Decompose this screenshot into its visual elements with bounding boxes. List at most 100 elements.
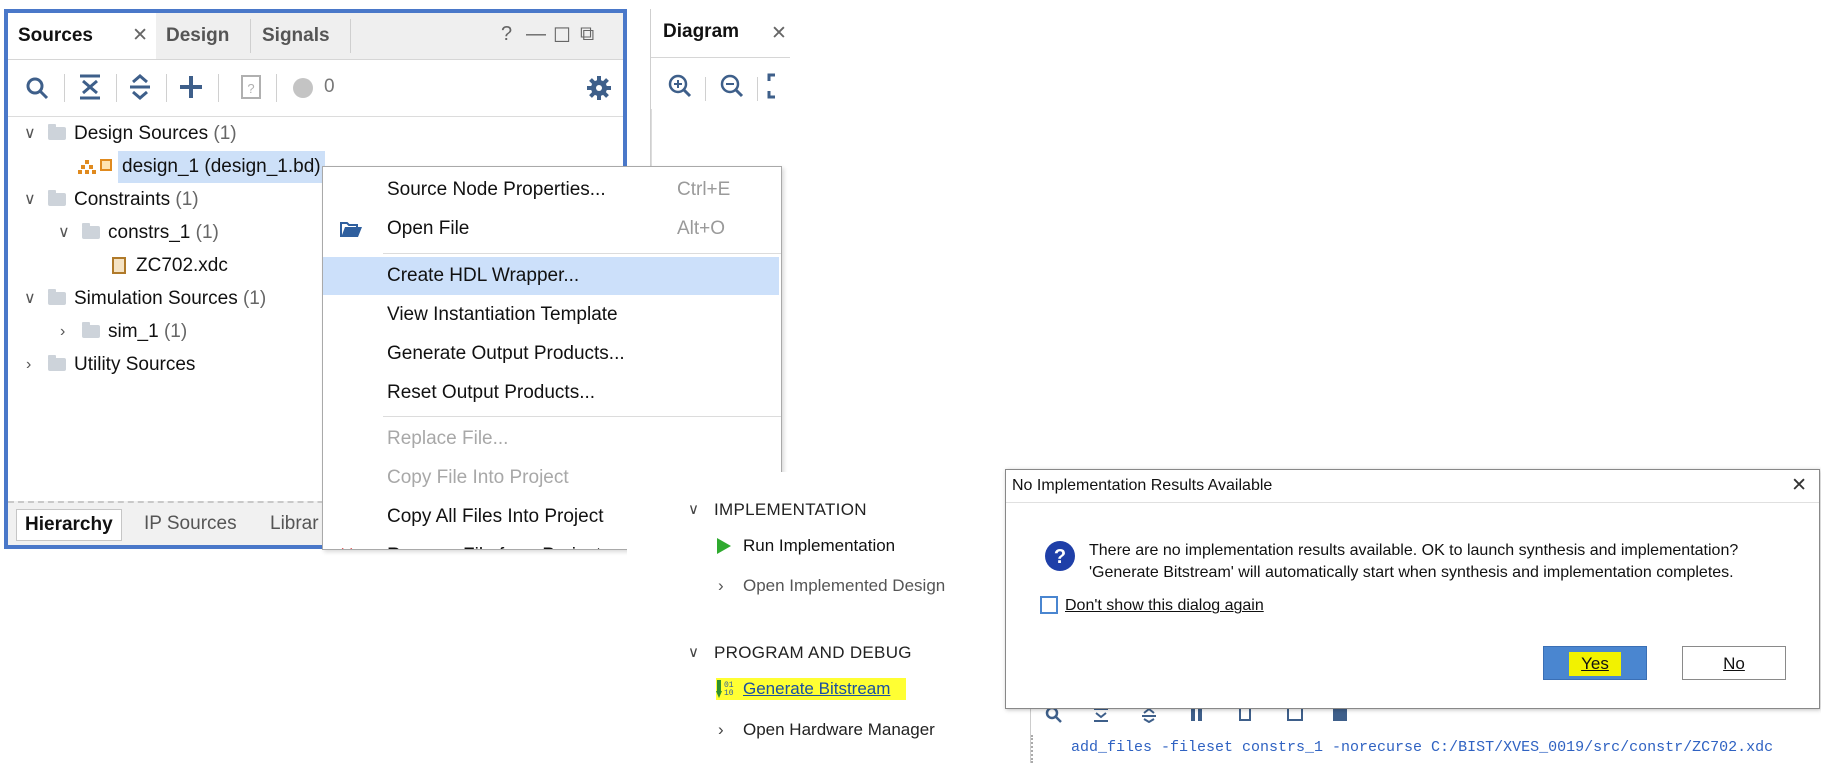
chevron-right-icon[interactable]: ›: [718, 720, 724, 740]
folder-icon: [82, 322, 100, 339]
bitstream-icon: 01 10: [716, 680, 734, 698]
menu-item-label: View Instantiation Template: [387, 304, 618, 325]
search-icon[interactable]: [1045, 707, 1063, 723]
tree-item-label: constrs_1: [108, 222, 191, 243]
chevron-right-icon[interactable]: ›: [60, 316, 65, 348]
expand-all-icon[interactable]: [1141, 707, 1157, 723]
collapse-all-icon[interactable]: [78, 73, 102, 101]
tab-hierarchy[interactable]: Hierarchy: [16, 509, 122, 541]
close-icon[interactable]: ✕: [1791, 470, 1807, 502]
tree-item-count: (1): [242, 288, 267, 309]
add-sources-icon[interactable]: [178, 74, 204, 100]
diagram-tab-bar: Diagram ✕: [651, 9, 790, 58]
zoom-out-icon[interactable]: [719, 73, 745, 99]
chevron-down-icon[interactable]: ∨: [688, 643, 699, 661]
tree-item-label: sim_1: [108, 321, 159, 342]
zoom-in-icon[interactable]: [667, 73, 693, 99]
tree-item-count: (1): [213, 123, 237, 144]
tree-item-constrs-1[interactable]: ∨ constrs_1 (1): [54, 217, 219, 249]
tree-item-label: Simulation Sources: [74, 288, 238, 309]
maximize-icon[interactable]: ☐: [553, 23, 571, 48]
tab-design-label: Design: [166, 25, 230, 46]
tab-diagram[interactable]: Diagram ✕: [651, 9, 790, 57]
fit-view-icon[interactable]: [767, 73, 787, 99]
tab-separator: [250, 19, 251, 53]
status-circle-icon: [293, 78, 313, 98]
flow-item-label: Generate Bitstream: [743, 679, 891, 698]
close-icon[interactable]: ✕: [132, 13, 148, 59]
flow-item-label: Open Implemented Design: [743, 576, 946, 595]
remove-icon: ✕: [339, 537, 355, 549]
checkbox-box[interactable]: [1040, 596, 1058, 614]
checkbox-label: Don't show this dialog again: [1065, 597, 1264, 614]
float-icon[interactable]: ⧉: [580, 23, 594, 46]
menu-item-label: Copy All Files Into Project: [387, 506, 604, 527]
flow-heading: IMPLEMENTATION: [714, 500, 867, 519]
menu-item-open-file[interactable]: Open File Alt+O: [323, 210, 779, 248]
tab-ip-sources[interactable]: IP Sources: [136, 509, 245, 539]
copy-icon[interactable]: [1239, 707, 1251, 721]
tab-sources[interactable]: Sources ✕: [8, 13, 156, 59]
menu-separator: [383, 253, 781, 254]
tree-item-constraints[interactable]: ∨ Constraints (1): [20, 184, 199, 216]
toolbar-separator: [705, 77, 706, 101]
dialog-message-line-2: 'Generate Bitstream' will automatically …: [1089, 564, 1734, 581]
tab-signals[interactable]: Signals: [252, 13, 350, 59]
svg-text:?: ?: [247, 81, 254, 96]
gear-icon[interactable]: [586, 75, 612, 101]
flow-item-label: Run Implementation: [743, 536, 896, 555]
collapse-all-icon[interactable]: [1093, 707, 1109, 723]
svg-text:10: 10: [724, 689, 734, 698]
tab-design[interactable]: Design: [156, 13, 250, 59]
toolbar-separator: [116, 74, 117, 102]
file-properties-icon[interactable]: ?: [240, 74, 262, 100]
chevron-down-icon[interactable]: ∨: [24, 184, 36, 216]
columns-icon[interactable]: [1287, 707, 1303, 721]
tree-item-design-sources[interactable]: ∨ Design Sources (1): [20, 118, 237, 150]
menu-item-label: Source Node Properties...: [387, 179, 606, 200]
menu-item-label: Create HDL Wrapper...: [387, 265, 580, 286]
yes-button[interactable]: Yes: [1543, 646, 1647, 680]
folder-icon: [48, 289, 66, 306]
tree-item-sim-1[interactable]: › sim_1 (1): [54, 316, 187, 348]
folder-icon: [48, 124, 66, 141]
menu-item-source-node-properties[interactable]: Source Node Properties... Ctrl+E: [323, 171, 779, 209]
tree-item-label: ZC702.xdc: [136, 255, 228, 276]
close-icon[interactable]: ✕: [771, 22, 787, 45]
folder-icon: [48, 190, 66, 207]
menu-separator: [383, 416, 781, 417]
dialog-message-line-1: There are no implementation results avai…: [1089, 542, 1739, 559]
chevron-down-icon[interactable]: ∨: [688, 500, 699, 518]
chevron-down-icon[interactable]: ∨: [58, 217, 70, 249]
xdc-file-icon: [112, 257, 126, 274]
search-icon[interactable]: [24, 75, 50, 101]
menu-item-reset-output-products[interactable]: Reset Output Products...: [323, 374, 779, 412]
chevron-right-icon[interactable]: ›: [718, 576, 724, 596]
toolbar-separator: [218, 74, 219, 102]
dialog-title-bar: No Implementation Results Available ✕: [1006, 470, 1819, 503]
clear-icon[interactable]: [1333, 707, 1347, 721]
tree-item-count: (1): [175, 189, 199, 210]
minimize-icon[interactable]: —: [526, 23, 546, 46]
help-icon[interactable]: ?: [501, 23, 512, 46]
menu-item-label: Replace File...: [387, 428, 509, 449]
dialog-message: There are no implementation results avai…: [1089, 540, 1738, 584]
tab-libraries[interactable]: Librar: [262, 509, 327, 539]
expand-all-icon[interactable]: [128, 73, 152, 101]
tree-item-count: (1): [163, 321, 188, 342]
menu-item-replace-file: Replace File...: [323, 420, 779, 458]
yes-button-label: Yes: [1569, 652, 1621, 676]
chevron-down-icon[interactable]: ∨: [24, 283, 36, 315]
tree-item-utility-sources[interactable]: › Utility Sources: [20, 349, 195, 381]
menu-item-view-instantiation-template[interactable]: View Instantiation Template: [323, 296, 779, 334]
no-button[interactable]: No: [1682, 646, 1786, 680]
menu-item-label: Generate Output Products...: [387, 343, 625, 364]
pause-icon[interactable]: [1191, 707, 1195, 721]
menu-item-create-hdl-wrapper[interactable]: Create HDL Wrapper...: [323, 257, 779, 295]
flow-item-generate-bitstream[interactable]: 01 10 Generate Bitstream: [716, 678, 906, 700]
chevron-right-icon[interactable]: ›: [26, 349, 31, 381]
menu-item-shortcut: Alt+O: [677, 218, 726, 239]
tree-item-simulation-sources[interactable]: ∨ Simulation Sources (1): [20, 283, 266, 315]
menu-item-generate-output-products[interactable]: Generate Output Products...: [323, 335, 779, 373]
chevron-down-icon[interactable]: ∨: [24, 118, 36, 150]
